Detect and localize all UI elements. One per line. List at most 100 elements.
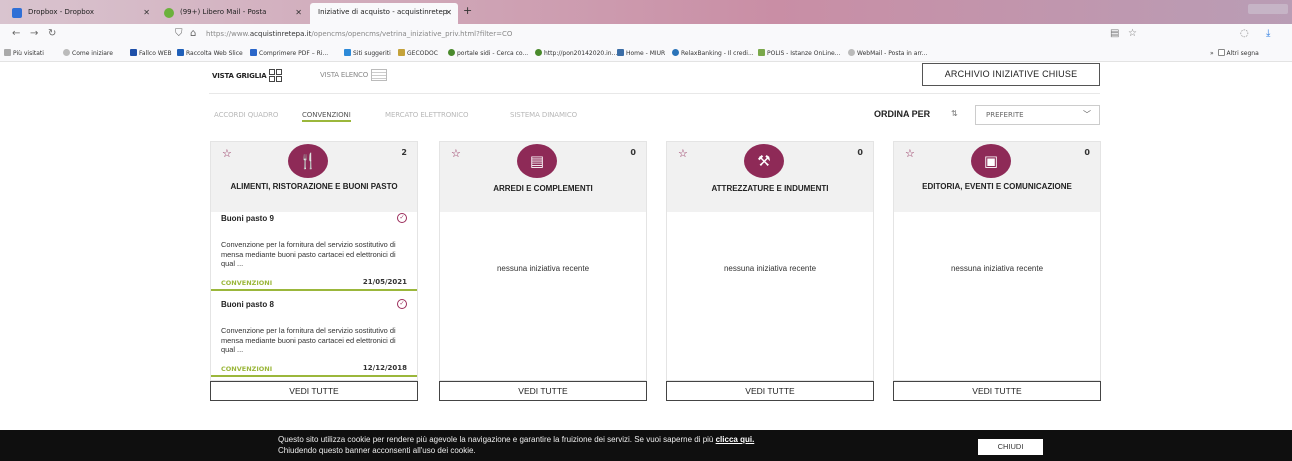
close-tab-icon[interactable]: ✕ (445, 3, 452, 22)
category-convenzioni[interactable]: CONVENZIONI (302, 111, 351, 122)
web-slice-icon (177, 49, 184, 56)
initiative-item[interactable]: Buoni pasto 9 ✓ Convenzione per la forni… (211, 213, 417, 292)
bookmark-item[interactable]: Home - MIUR (617, 49, 665, 57)
initiative-date: 21/05/2021 (362, 278, 407, 286)
miur-icon (617, 49, 624, 56)
gecodoc-icon (398, 49, 405, 56)
initiative-description: Convenzione per la fornitura del servizi… (221, 240, 396, 268)
food-icon: 🍴 (288, 144, 328, 178)
list-view-toggle[interactable]: VISTA ELENCO (320, 69, 388, 81)
cookie-close-button[interactable]: CHIUDI (978, 439, 1043, 455)
initiative-count: 2 (401, 148, 407, 157)
bookmarks-overflow[interactable]: » Altri segna (1210, 49, 1259, 57)
list-icon (371, 69, 388, 81)
category-sistema-dinamico[interactable]: SISTEMA DINAMICO (510, 111, 577, 119)
sort-selected-value: PREFERITE (986, 111, 1024, 119)
initiative-type: CONVENZIONI (221, 279, 273, 287)
card-header: ☆ 🍴 2 ALIMENTI, RISTORAZIONE E BUONI PAS… (211, 142, 417, 212)
cookie-line-2: Chiudendo questo banner acconsenti all'u… (278, 445, 476, 455)
cookie-line-1: Questo sito utilizza cookie per rendere … (278, 435, 714, 444)
pdf-icon (250, 49, 257, 56)
new-tab-icon[interactable]: + (463, 4, 472, 17)
card-title[interactable]: ARREDI E COMPLEMENTI (448, 183, 638, 195)
close-tab-icon[interactable]: ✕ (295, 3, 302, 22)
bookmark-item[interactable]: Come iniziare (63, 49, 113, 57)
tab-label: (99+) Libero Mail - Posta (180, 8, 267, 16)
check-circle-icon: ✓ (397, 213, 407, 223)
favorite-star-icon[interactable]: ☆ (451, 147, 461, 160)
empty-state-text: nessuna iniziativa recente (723, 264, 817, 273)
bookmark-item[interactable]: Più visitati (4, 49, 44, 57)
bookmark-item[interactable]: Fallco WEB (130, 49, 172, 57)
check-circle-icon: ✓ (397, 299, 407, 309)
browser-tab-bar: Dropbox - Dropbox ✕ (99+) Libero Mail - … (0, 0, 1292, 24)
category-card-editoria: ☆ ▣ 0 EDITORIA, EVENTI E COMUNICAZIONE n… (893, 141, 1101, 381)
initiative-title[interactable]: Buoni pasto 9 (221, 214, 274, 223)
polis-icon (758, 49, 765, 56)
archive-closed-initiatives-button[interactable]: ARCHIVIO INIZIATIVE CHIUSE (922, 63, 1100, 86)
forward-icon[interactable]: → (30, 28, 38, 39)
pocket-icon[interactable]: ◌ (1240, 28, 1249, 39)
bookmark-item[interactable]: GECODOC (398, 49, 438, 57)
initiative-count: 0 (857, 148, 863, 157)
url-prefix: https://www. (206, 30, 250, 38)
tab-dropbox[interactable]: Dropbox - Dropbox ✕ (6, 3, 156, 24)
initiative-count: 0 (1084, 148, 1090, 157)
close-tab-icon[interactable]: ✕ (143, 3, 150, 22)
card-title[interactable]: EDITORIA, EVENTI E COMUNICAZIONE (902, 181, 1092, 193)
url-bar[interactable]: https://www.acquistinretepa.it/opencms/o… (206, 30, 512, 38)
reload-icon[interactable]: ↻ (48, 28, 56, 39)
globe-icon (63, 49, 70, 56)
url-domain: acquistinretepa.it (249, 30, 312, 38)
bookmark-item[interactable]: POLIS - Istanze OnLine... (758, 49, 840, 57)
category-card-alimenti: ☆ 🍴 2 ALIMENTI, RISTORAZIONE E BUONI PAS… (210, 141, 418, 381)
bookmarks-bar: Più visitati Come iniziare Fallco WEB Ra… (0, 46, 1292, 62)
empty-state-text: nessuna iniziativa recente (950, 264, 1044, 273)
view-all-button[interactable]: VEDI TUTTE (439, 381, 647, 401)
sort-icon: ⇅ (951, 109, 958, 118)
initiative-count: 0 (630, 148, 636, 157)
favorite-star-icon[interactable]: ☆ (905, 147, 915, 160)
window-controls[interactable] (1248, 4, 1288, 14)
favorite-star-icon[interactable]: ☆ (678, 147, 688, 160)
chevron-down-icon: ﹀ (1083, 110, 1091, 119)
sort-select[interactable]: PREFERITE ﹀ (975, 105, 1100, 125)
tab-iniziative[interactable]: Iniziative di acquisto - acquistinretep … (310, 3, 458, 24)
fallco-icon (130, 49, 137, 56)
shield-icon: ⛉ (175, 28, 183, 39)
bookmark-item[interactable]: Siti suggeriti (344, 49, 391, 57)
category-mercato-elettronico[interactable]: MERCATO ELETTRONICO (385, 111, 469, 119)
download-icon[interactable]: ⤓ (1266, 28, 1270, 39)
bookmark-item[interactable]: portale sidi - Cerca co... (448, 49, 528, 57)
browser-nav-bar: ← → ↻ ⛉ ⌂ https://www.acquistinretepa.it… (0, 24, 1292, 46)
back-icon[interactable]: ← (12, 28, 20, 39)
card-title[interactable]: ALIMENTI, RISTORAZIONE E BUONI PASTO (219, 181, 409, 193)
favorite-star-icon[interactable]: ☆ (222, 147, 232, 160)
bookmark-item[interactable]: RelaxBanking - Il credi... (672, 49, 754, 57)
cookie-info-link[interactable]: clicca qui. (716, 435, 755, 444)
tab-libero-mail[interactable]: (99+) Libero Mail - Posta ✕ (158, 3, 308, 24)
bookmark-item[interactable]: Comprimere PDF – Ri... (250, 49, 328, 57)
bookmark-item[interactable]: Raccolta Web Slice (177, 49, 243, 57)
view-all-button[interactable]: VEDI TUTTE (893, 381, 1101, 401)
bookmark-item[interactable]: WebMail - Posta in arr... (848, 49, 927, 57)
tab-label: Iniziative di acquisto - acquistinretep (318, 8, 448, 16)
view-all-button[interactable]: VEDI TUTTE (210, 381, 418, 401)
initiative-title[interactable]: Buoni pasto 8 (221, 300, 274, 309)
view-all-button[interactable]: VEDI TUTTE (666, 381, 874, 401)
card-title[interactable]: ATTREZZATURE E INDUMENTI (675, 183, 865, 195)
reader-view-icon[interactable]: ▤ (1110, 28, 1119, 39)
initiative-item[interactable]: Buoni pasto 8 ✓ Convenzione per la forni… (211, 299, 417, 378)
google-icon (448, 49, 455, 56)
grid-view-toggle[interactable]: VISTA GRIGLIA (212, 69, 282, 82)
relaxbanking-icon (672, 49, 679, 56)
google-icon (535, 49, 542, 56)
bookmark-star-icon[interactable]: ☆ (1128, 28, 1137, 39)
tab-label: Dropbox - Dropbox (28, 8, 94, 16)
tools-icon: ⚒ (744, 144, 784, 178)
grid-icon (268, 69, 282, 82)
gear-icon (4, 49, 11, 56)
bookmark-item[interactable]: http://pon20142020.in... (535, 49, 617, 57)
category-card-attrezzature: ☆ ⚒ 0 ATTREZZATURE E INDUMENTI nessuna i… (666, 141, 874, 381)
category-accordi-quadro[interactable]: ACCORDI QUADRO (214, 111, 278, 119)
